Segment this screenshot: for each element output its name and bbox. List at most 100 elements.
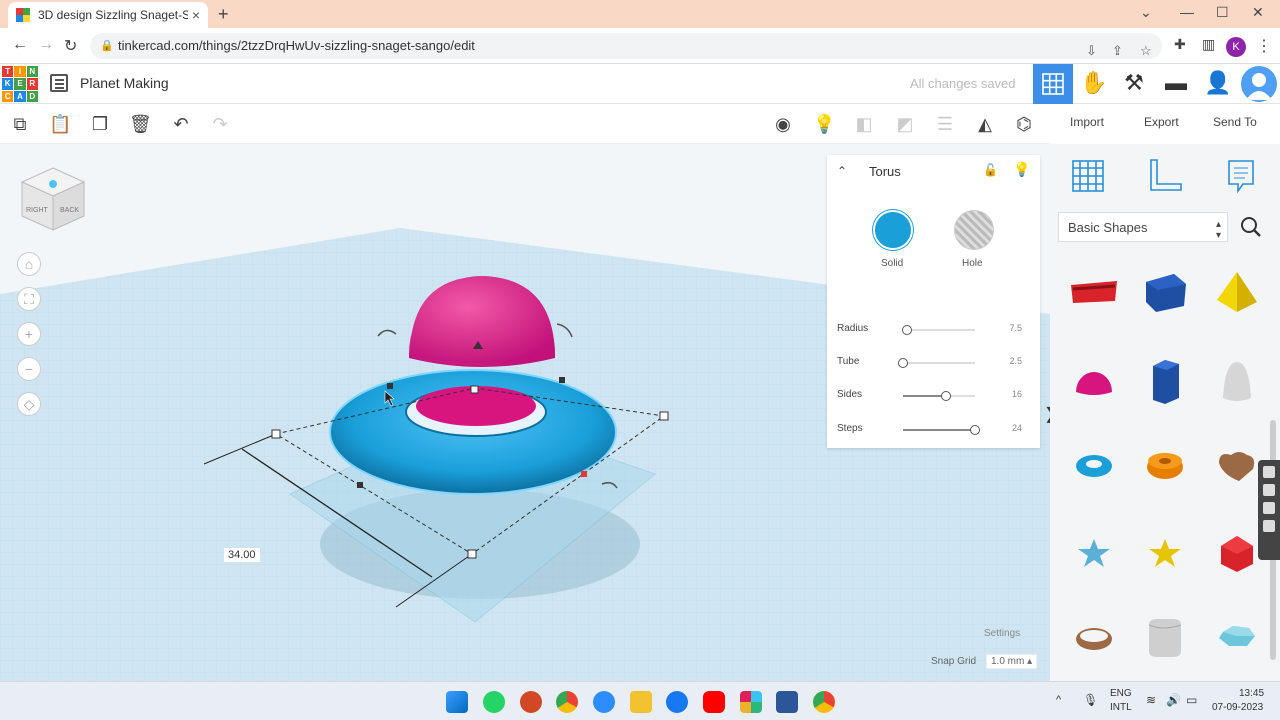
bookmark-star-icon[interactable]: ☆ bbox=[1140, 38, 1152, 64]
3d-view-button[interactable] bbox=[1033, 64, 1073, 104]
ruler-tool-icon[interactable] bbox=[1147, 158, 1183, 194]
start-windows-icon[interactable] bbox=[446, 691, 468, 713]
design-menu-icon[interactable] bbox=[50, 74, 68, 92]
shape-pyramid[interactable] bbox=[1207, 262, 1267, 322]
show-hidden-icons-icon[interactable]: ^ bbox=[1056, 694, 1061, 706]
language-top[interactable]: ENG bbox=[1110, 688, 1132, 699]
language-bottom[interactable]: INTL bbox=[1110, 702, 1132, 713]
wifi-icon[interactable]: ≋ bbox=[1146, 693, 1156, 707]
collapse-chevron-icon[interactable]: ⌃ bbox=[837, 164, 847, 178]
add-user-icon[interactable]: 👤 bbox=[1204, 70, 1232, 98]
reload-icon[interactable]: ↻ bbox=[64, 36, 77, 56]
new-tab-icon[interactable]: + bbox=[218, 4, 229, 25]
perspective-icon[interactable]: ◇ bbox=[17, 392, 41, 416]
param-slider-knob[interactable] bbox=[901, 325, 912, 335]
facebook-icon[interactable] bbox=[666, 691, 688, 713]
shape-text[interactable] bbox=[1064, 262, 1124, 322]
url-input[interactable]: 🔒 tinkercad.com/things/2tzzDrqHwUv-sizzl… bbox=[90, 33, 1162, 59]
battery-icon[interactable]: ▭ bbox=[1186, 693, 1197, 707]
zoom-out-icon[interactable]: − bbox=[17, 357, 41, 381]
group-icon[interactable]: ◧ bbox=[853, 113, 875, 135]
share-icon[interactable]: ⇪ bbox=[1112, 38, 1123, 64]
microphone-icon[interactable]: 🎙 bbox=[1083, 693, 1098, 707]
search-icon[interactable] bbox=[1240, 216, 1262, 238]
fit-view-icon[interactable]: ⛶ bbox=[17, 287, 41, 311]
zoom-in-icon[interactable]: + bbox=[17, 322, 41, 346]
param-slider-knob[interactable] bbox=[970, 425, 980, 435]
shape-hexagonal-prism[interactable] bbox=[1135, 352, 1195, 412]
shape-ring[interactable] bbox=[1064, 608, 1124, 668]
redo-icon[interactable]: ↷ bbox=[209, 113, 231, 135]
browser-tab[interactable]: 3D design Sizzling Snaget-Sango × bbox=[8, 2, 208, 28]
zoom-icon[interactable] bbox=[593, 691, 615, 713]
youtube-icon[interactable] bbox=[703, 691, 725, 713]
resize-handle[interactable] bbox=[357, 482, 363, 488]
send-to-button[interactable]: Send To bbox=[1213, 115, 1257, 129]
visibility-bulb-icon[interactable]: 💡 bbox=[1013, 161, 1030, 177]
back-icon[interactable]: ← bbox=[12, 36, 28, 54]
notes-tool-icon[interactable] bbox=[1223, 158, 1259, 194]
param-value-input[interactable]: 24 bbox=[1000, 423, 1022, 433]
browser-menu-icon[interactable]: ⋮ bbox=[1256, 36, 1272, 56]
site-lock-icon[interactable]: 🔒 bbox=[100, 33, 114, 59]
import-button[interactable]: Import bbox=[1070, 115, 1104, 129]
blocks-icon[interactable]: ✋ bbox=[1080, 70, 1108, 98]
resize-handle[interactable] bbox=[271, 429, 281, 439]
dimension-value-label[interactable]: 34.00 bbox=[224, 548, 260, 562]
view-cube[interactable]: RIGHT BACK bbox=[18, 164, 88, 234]
tab-search-chevron-icon[interactable]: ⌄ bbox=[1140, 4, 1152, 21]
show-all-icon[interactable]: 💡 bbox=[813, 113, 835, 135]
shape-gem[interactable] bbox=[1207, 608, 1267, 668]
tab-close-icon[interactable]: × bbox=[192, 7, 200, 23]
resize-handle[interactable] bbox=[581, 471, 587, 477]
workplane-tool-icon[interactable] bbox=[1070, 158, 1106, 194]
resize-handle[interactable] bbox=[470, 385, 479, 394]
resize-handle[interactable] bbox=[387, 383, 393, 389]
delete-trash-icon[interactable]: 🗑 bbox=[129, 113, 152, 135]
chrome-profile-icon[interactable] bbox=[813, 691, 835, 713]
forward-icon[interactable]: → bbox=[38, 36, 54, 54]
undo-icon[interactable]: ↶ bbox=[170, 113, 192, 135]
shape-half-sphere[interactable] bbox=[1064, 352, 1124, 412]
param-value-input[interactable]: 16 bbox=[1000, 389, 1022, 399]
resize-handle[interactable] bbox=[659, 411, 669, 421]
extensions-icon[interactable]: ✚ bbox=[1174, 36, 1186, 53]
image-icon[interactable] bbox=[1263, 502, 1275, 514]
resize-handle[interactable] bbox=[467, 549, 477, 559]
browser-profile-avatar[interactable]: K bbox=[1226, 37, 1246, 57]
param-slider[interactable] bbox=[898, 358, 975, 368]
shape-tube[interactable] bbox=[1135, 436, 1195, 496]
bricks-pickaxe-icon[interactable]: ⚒ bbox=[1120, 70, 1148, 98]
shape-rounded-cube[interactable] bbox=[1135, 608, 1195, 668]
shape-box[interactable] bbox=[1135, 262, 1195, 322]
slack-icon[interactable] bbox=[740, 691, 762, 713]
shape-library-select[interactable]: Basic Shapes ▴ ▾ bbox=[1058, 212, 1228, 242]
clock-date[interactable]: 07-09-2023 bbox=[1212, 702, 1263, 713]
align-icon[interactable]: ☰ bbox=[934, 113, 956, 135]
copy-icon[interactable]: ⧉ bbox=[9, 113, 31, 135]
export-button[interactable]: Export bbox=[1144, 115, 1179, 129]
param-slider[interactable] bbox=[903, 425, 980, 435]
maximize-icon[interactable]: ☐ bbox=[1216, 4, 1229, 21]
chrome-icon[interactable] bbox=[556, 691, 578, 713]
project-title[interactable]: Planet Making bbox=[80, 75, 169, 91]
lock-icon[interactable]: 🔓 bbox=[983, 163, 998, 177]
install-app-icon[interactable]: ⇩ bbox=[1086, 38, 1097, 64]
settings-gear-icon[interactable] bbox=[1263, 520, 1275, 532]
paste-icon[interactable]: 📋 bbox=[49, 113, 71, 135]
minimize-icon[interactable]: — bbox=[1180, 4, 1194, 20]
window-close-icon[interactable]: ✕ bbox=[1252, 4, 1264, 21]
word-icon[interactable] bbox=[776, 691, 798, 713]
solid-color-button[interactable] bbox=[873, 210, 913, 250]
param-slider[interactable] bbox=[901, 325, 975, 335]
tinkercad-logo[interactable]: T I N K E R C A D bbox=[2, 66, 38, 102]
camera-icon[interactable] bbox=[1263, 466, 1275, 478]
snap-grid-select[interactable]: 1.0 mm ▴ bbox=[986, 654, 1038, 669]
whatsapp-icon[interactable] bbox=[483, 691, 505, 713]
duplicate-icon[interactable]: ❐ bbox=[89, 113, 111, 135]
ungroup-icon[interactable]: ◩ bbox=[894, 113, 916, 135]
shape-star[interactable] bbox=[1064, 524, 1124, 584]
user-avatar[interactable] bbox=[1241, 66, 1277, 102]
video-icon[interactable] bbox=[1263, 484, 1275, 496]
param-slider[interactable] bbox=[903, 391, 975, 401]
